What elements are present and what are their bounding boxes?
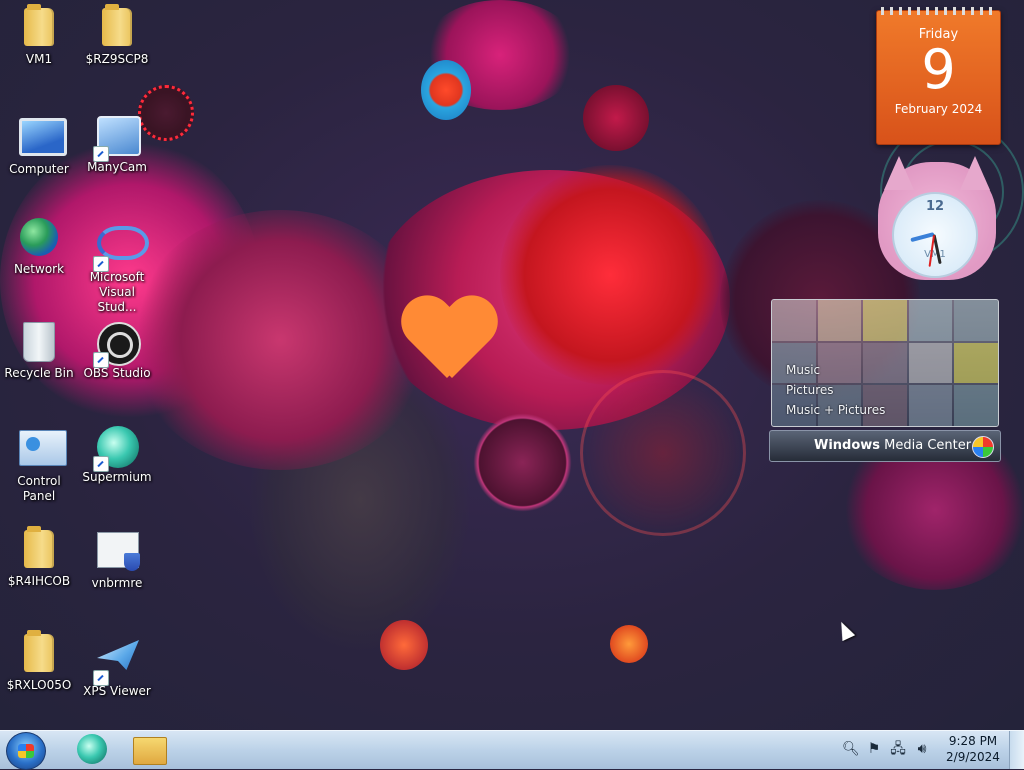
desktop-icon-xps-viewer[interactable]: XPS Viewer: [78, 634, 156, 699]
wallpaper-orb: [610, 625, 648, 663]
media-center-item-pictures[interactable]: Pictures: [786, 380, 885, 400]
supermium-icon: [77, 734, 107, 764]
folder-icon: [19, 526, 59, 570]
media-center-panel: Music Pictures Music + Pictures: [771, 299, 999, 427]
recycle-bin-icon: [19, 322, 59, 362]
network-icon: [19, 218, 59, 258]
show-desktop-button[interactable]: [1009, 731, 1024, 769]
system-tray: 🔍︎ ⚑ 🖧 🔊︎: [838, 737, 938, 763]
desktop-icon-recycle-bin[interactable]: Recycle Bin: [0, 322, 78, 381]
obs-icon: [93, 322, 141, 368]
desktop-icon-label: ManyCam: [87, 160, 147, 174]
taskbar-windows-explorer[interactable]: [124, 732, 176, 767]
desktop-icon-manycam[interactable]: ManyCam: [78, 114, 156, 175]
windows-logo-icon: [972, 436, 994, 458]
desktop-icon-control-panel[interactable]: Control Panel: [0, 426, 78, 504]
desktop-icon-obs-studio[interactable]: OBS Studio: [78, 322, 156, 381]
calendar-month-year: February 2024: [894, 102, 983, 116]
desktop-icon-label: $RXLO05O: [6, 678, 72, 692]
desktop-icon-label: Microsoft Visual Stud...: [89, 270, 145, 314]
desktop-icon-r4ihcob[interactable]: $R4IHCOB: [0, 526, 78, 589]
media-center-title: Windows Media Center: [814, 438, 971, 453]
clock-gadget[interactable]: 12 VM1: [878, 156, 996, 290]
taskbar-time: 9:28 PM: [948, 734, 998, 748]
wallpaper-orb: [583, 85, 649, 151]
desktop-icon-label: $R4IHCOB: [7, 574, 71, 588]
taskbar: 🔍︎ ⚑ 🖧 🔊︎ 9:28 PM 2/9/2024: [0, 730, 1024, 770]
network-icon[interactable]: 🖧: [890, 741, 906, 757]
wallpaper-heart: [400, 298, 495, 383]
wallpaper-shape: [470, 410, 575, 515]
media-center-item-music-pictures[interactable]: Music + Pictures: [786, 400, 885, 420]
search-icon[interactable]: 🔍︎: [842, 741, 860, 757]
calendar-gadget[interactable]: Friday 9 February 2024: [876, 7, 1001, 145]
shortcut-arrow-icon: [93, 352, 109, 368]
desktop-icon-supermium[interactable]: Supermium: [78, 426, 156, 485]
desktop-icon-vnbrmre[interactable]: vnbrmre: [78, 530, 156, 591]
action-center-flag-icon[interactable]: ⚑: [866, 741, 882, 757]
cat-ear-icon: [960, 156, 990, 190]
taskbar-supermium[interactable]: [66, 732, 118, 767]
desktop-icon-label: XPS Viewer: [83, 684, 151, 698]
taskbar-clock[interactable]: 9:28 PM 2/9/2024: [942, 733, 1004, 765]
cat-ear-icon: [884, 156, 914, 190]
desktop-icon-label: Network: [13, 262, 65, 276]
desktop-icon-label: VM1: [25, 52, 53, 66]
clock-number-12: 12: [925, 199, 945, 214]
clock-face: 12 VM1: [892, 192, 978, 278]
control-panel-icon: [19, 430, 67, 470]
volume-icon[interactable]: 🔊︎: [914, 741, 930, 757]
taskbar-date: 2/9/2024: [946, 750, 1000, 764]
media-center-menu: Music Pictures Music + Pictures: [786, 360, 885, 420]
desktop-icon-label: Control Panel: [17, 474, 61, 503]
desktop-icon-label: OBS Studio: [83, 366, 151, 380]
computer-icon: [19, 118, 67, 158]
media-center-title-rest: Media Center: [880, 438, 972, 453]
wallpaper-orb: [380, 620, 428, 670]
wallpaper-shape: [500, 165, 720, 385]
start-button[interactable]: [6, 732, 46, 770]
cat-clock-frame: 12 VM1: [878, 156, 996, 280]
media-center-title-bold: Windows: [814, 438, 881, 453]
shortcut-arrow-icon: [93, 670, 109, 686]
desktop-icon-label: Recycle Bin: [4, 366, 74, 380]
desktop-icon-label: Computer: [9, 162, 69, 176]
clock-hour-hand: [910, 232, 935, 243]
desktop-icon-visual-studio[interactable]: Microsoft Visual Stud...: [78, 218, 156, 315]
desktop-icon-label: vnbrmre: [91, 576, 143, 590]
xps-viewer-icon: [93, 640, 139, 686]
media-center-gadget[interactable]: Music Pictures Music + Pictures Windows …: [769, 299, 1001, 462]
media-center-title-bar[interactable]: Windows Media Center: [769, 430, 1001, 462]
calendar-day-number: 9: [921, 38, 956, 101]
shortcut-arrow-icon: [93, 256, 109, 272]
desktop-icon-computer[interactable]: Computer: [0, 114, 78, 177]
desktop-icon-label: $RZ9SCP8: [85, 52, 149, 66]
shield-document-icon: [97, 532, 140, 572]
wallpaper-orb: [421, 60, 471, 120]
shortcut-arrow-icon: [93, 146, 109, 162]
windows-explorer-icon: [133, 737, 167, 765]
wallpaper-shape: [580, 370, 746, 536]
media-center-item-music[interactable]: Music: [786, 360, 885, 380]
desktop-icon-vm1[interactable]: VM1: [0, 4, 78, 67]
desktop-icon-rz9scp8[interactable]: $RZ9SCP8: [78, 4, 156, 67]
manycam-icon: [93, 116, 141, 162]
desktop-icon-label: Supermium: [82, 470, 152, 484]
user-folder-icon: [19, 4, 59, 48]
supermium-icon: [93, 426, 139, 472]
desktop-icon-rxlo05o[interactable]: $RXLO05O: [0, 630, 78, 693]
shortcut-arrow-icon: [93, 456, 109, 472]
windows-logo-icon: [18, 744, 34, 758]
folder-icon: [97, 4, 137, 48]
desktop-icon-network[interactable]: Network: [0, 218, 78, 277]
visual-studio-icon: [93, 226, 149, 272]
calendar-rings: [881, 7, 996, 15]
folder-icon: [19, 630, 59, 674]
